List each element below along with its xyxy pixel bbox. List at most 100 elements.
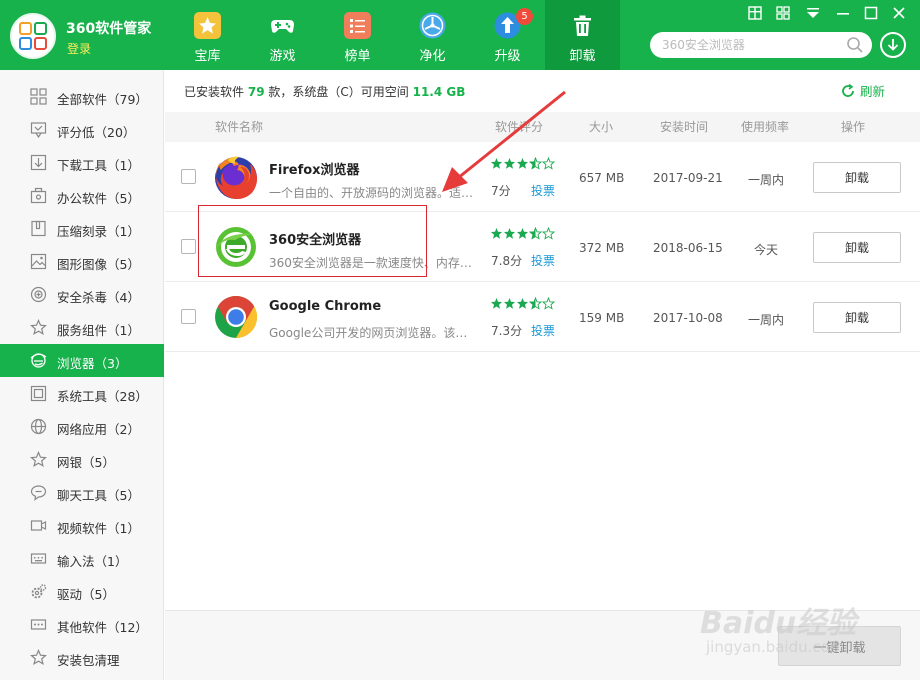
gamepad-icon xyxy=(271,20,294,33)
search-icon[interactable] xyxy=(846,36,864,54)
refresh-button[interactable]: 刷新 xyxy=(840,81,885,100)
star-filled-icon xyxy=(491,158,502,169)
star-filled-icon xyxy=(491,298,502,309)
grid-icon xyxy=(30,88,47,105)
video-icon xyxy=(30,520,47,531)
usage-frequency: 今天 xyxy=(753,243,778,257)
main-nav: 宝库 游戏 榜单 净化 5 升级 卸载 xyxy=(170,0,620,70)
row-checkbox[interactable] xyxy=(181,309,196,324)
star-filled-icon xyxy=(517,228,528,239)
install-date: 2017-09-21 xyxy=(653,171,723,185)
vote-link[interactable]: 投票 xyxy=(531,322,555,339)
sidebar-item-chat[interactable]: 聊天工具（5） xyxy=(0,476,164,509)
uninstall-button[interactable]: 卸载 xyxy=(813,162,901,193)
login-link[interactable]: 登录 xyxy=(67,40,91,57)
star-empty-icon xyxy=(542,157,555,170)
usage-frequency: 一周内 xyxy=(747,173,784,187)
app-name: 360安全浏览器 xyxy=(269,233,362,248)
skin-icon[interactable] xyxy=(746,4,764,22)
install-date: 2018-06-15 xyxy=(653,241,723,255)
firefox-icon xyxy=(215,156,257,199)
rating-stars xyxy=(490,227,555,240)
vote-link[interactable]: 投票 xyxy=(531,182,555,199)
sidebar-item-drivers[interactable]: 驱动（5） xyxy=(0,575,164,608)
download-manager-button[interactable] xyxy=(880,32,906,58)
sidebar-item-all[interactable]: 全部软件（79） xyxy=(0,80,164,113)
more-icon xyxy=(30,619,47,630)
sidebar-item-low-rating[interactable]: 评分低（20） xyxy=(0,113,164,146)
row-checkbox[interactable] xyxy=(181,169,196,184)
row-checkbox[interactable] xyxy=(181,239,196,254)
sidebar-item-download-tools[interactable]: 下载工具（1） xyxy=(0,146,164,179)
menu-dropdown-icon[interactable] xyxy=(804,4,822,22)
nav-games[interactable]: 游戏 xyxy=(245,0,320,70)
star-filled-icon xyxy=(517,158,528,169)
table-row: Google Chrome Google公司开发的网页浏览器。该浏览器基于其他开… xyxy=(165,282,920,352)
star-half-icon xyxy=(529,297,542,310)
rating-score: 7.8分 xyxy=(491,254,523,268)
thumbs-down-icon xyxy=(30,122,47,138)
star-outline-icon xyxy=(30,649,47,666)
star-filled-icon xyxy=(517,298,528,309)
rating-stars xyxy=(490,157,555,170)
star-outline-icon xyxy=(30,319,47,336)
install-date: 2017-10-08 xyxy=(653,311,723,325)
installed-count: 79 xyxy=(247,85,265,99)
app-name: Google Chrome xyxy=(269,299,382,314)
star-half-icon xyxy=(529,227,542,240)
sidebar-item-browsers[interactable]: 浏览器（3） xyxy=(0,344,164,377)
column-header-frequency: 使用频率 xyxy=(741,120,790,134)
maximize-icon[interactable] xyxy=(862,4,880,22)
one-click-uninstall-button[interactable]: 一键卸载 xyxy=(778,626,901,666)
nav-uninstall[interactable]: 卸载 xyxy=(545,0,620,70)
nav-upgrade[interactable]: 5 升级 xyxy=(470,0,545,70)
upgrade-count-badge: 5 xyxy=(516,8,533,25)
rating-score: 7分 xyxy=(491,184,511,198)
uninstall-button[interactable]: 卸载 xyxy=(813,302,901,333)
sidebar-item-graphics[interactable]: 图形图像（5） xyxy=(0,245,164,278)
app-logo xyxy=(10,13,56,59)
chrome-icon xyxy=(215,296,258,338)
column-header-size: 大小 xyxy=(589,120,614,134)
star-filled-icon xyxy=(491,228,502,239)
keyboard-icon xyxy=(30,553,47,564)
browser-icon xyxy=(30,353,47,368)
app-description: 一个自由的、开放源码的浏览器。适用于Windows xyxy=(269,186,475,200)
nav-ranking[interactable]: 榜单 xyxy=(320,0,395,70)
globe-icon xyxy=(30,418,47,435)
star-half-icon xyxy=(529,157,542,170)
nav-treasury[interactable]: 宝库 xyxy=(170,0,245,70)
table-row: 360安全浏览器 360安全浏览器是一款速度快、内存低占用的浏览器 7.8分 投… xyxy=(165,212,920,282)
vote-link[interactable]: 投票 xyxy=(531,252,555,269)
app-size: 372 MB xyxy=(579,241,625,255)
minimize-icon[interactable] xyxy=(834,4,852,22)
image-icon xyxy=(30,253,47,270)
sidebar-item-compression[interactable]: 压缩刻录（1） xyxy=(0,212,164,245)
sidebar-item-input-method[interactable]: 输入法（1） xyxy=(0,542,164,575)
uninstall-button[interactable]: 卸载 xyxy=(813,232,901,263)
sidebar-item-network[interactable]: 网络应用（2） xyxy=(0,410,164,443)
sidebar-item-office[interactable]: 办公软件（5） xyxy=(0,179,164,212)
sidebar-item-package-cleanup[interactable]: 安装包清理 xyxy=(0,641,164,674)
star-outline-icon xyxy=(30,451,47,468)
sidebar-item-system-tools[interactable]: 系统工具（28） xyxy=(0,377,164,410)
sidebar-item-other[interactable]: 其他软件（12） xyxy=(0,608,164,641)
rating-score: 7.3分 xyxy=(491,324,523,338)
sidebar-item-security[interactable]: 安全杀毒（4） xyxy=(0,278,164,311)
star-empty-icon xyxy=(542,227,555,240)
column-header-rating: 软件评分 xyxy=(495,120,544,134)
nav-clean[interactable]: 净化 xyxy=(395,0,470,70)
sidebar-item-video[interactable]: 视频软件（1） xyxy=(0,509,164,542)
download-arrow-icon xyxy=(887,39,899,51)
app-description: Google公司开发的网页浏览器。该浏览器基于其他开源软件 xyxy=(269,326,475,340)
star-filled-icon xyxy=(504,158,515,169)
column-header-name: 软件名称 xyxy=(215,120,264,134)
search-input[interactable] xyxy=(650,32,872,58)
column-header-action: 操作 xyxy=(841,120,866,134)
settings-icon[interactable] xyxy=(774,4,792,22)
sidebar-item-service-components[interactable]: 服务组件（1） xyxy=(0,311,164,344)
sidebar-item-online-banking[interactable]: 网银（5） xyxy=(0,443,164,476)
app-title: 360软件管家 xyxy=(66,21,152,37)
ranking-icon xyxy=(344,12,371,39)
close-icon[interactable] xyxy=(890,4,908,22)
